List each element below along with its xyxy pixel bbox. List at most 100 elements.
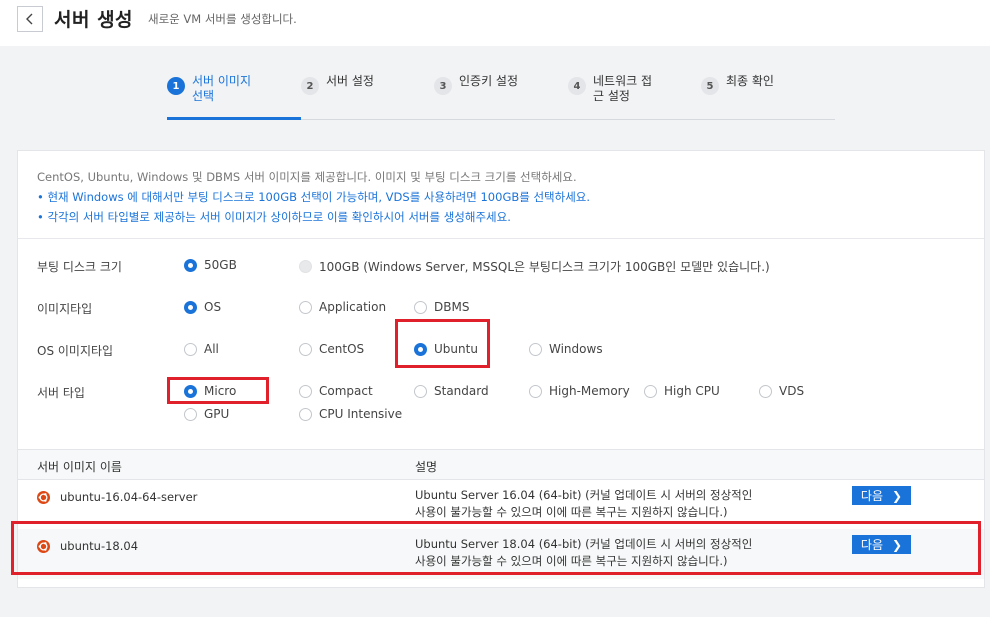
- step-label: 서버 이미지 선택: [192, 74, 252, 103]
- radio-boot-50gb[interactable]: 50GB: [184, 258, 237, 272]
- desc-line: 사용이 불가능할 수 있으며 이에 따른 복구는 지원하지 않습니다.): [415, 554, 728, 568]
- radio-server-high-cpu[interactable]: High CPU: [644, 384, 720, 398]
- image-desc-cell: Ubuntu Server 16.04 (64-bit) (커널 업데이트 시 …: [415, 487, 815, 521]
- radio-server-gpu[interactable]: GPU: [184, 407, 229, 421]
- radio-dot: [644, 384, 657, 398]
- radio-label: High-Memory: [549, 384, 630, 398]
- radio-label: High CPU: [664, 384, 720, 398]
- radio-label: DBMS: [434, 300, 470, 314]
- info-intro: CentOS, Ubuntu, Windows 및 DBMS 서버 이미지를 제…: [37, 170, 577, 184]
- desc-line: Ubuntu Server 18.04 (64-bit) (커널 업데이트 시 …: [415, 537, 753, 551]
- radio-dot: [759, 384, 772, 398]
- divider: [18, 238, 984, 239]
- radio-dot: [184, 384, 197, 398]
- step-5-final-check[interactable]: 5 최종 확인: [701, 74, 774, 95]
- desc-line: Ubuntu Server 16.04 (64-bit) (커널 업데이트 시 …: [415, 488, 753, 502]
- table-row: ubuntu-18.04 Ubuntu Server 18.04 (64-bit…: [18, 529, 984, 579]
- page-header: 서버 생성 새로운 VM 서버를 생성합니다.: [0, 0, 990, 46]
- radio-os-ubuntu[interactable]: Ubuntu: [414, 342, 478, 356]
- radio-server-micro[interactable]: Micro: [184, 384, 236, 398]
- server-type-label: 서버 타입: [37, 386, 85, 400]
- image-name-cell: ubuntu-18.04: [37, 539, 138, 553]
- radio-label: All: [204, 342, 219, 356]
- step-number: 2: [301, 77, 319, 95]
- step-4-network-access[interactable]: 4 네트워크 접근 설정: [568, 74, 652, 104]
- radio-server-standard[interactable]: Standard: [414, 384, 489, 398]
- radio-label: Standard: [434, 384, 489, 398]
- radio-server-vds[interactable]: VDS: [759, 384, 804, 398]
- radio-dot: [299, 407, 312, 421]
- radio-dot: [299, 300, 312, 314]
- step-label: 최종 확인: [726, 74, 774, 88]
- radio-dot: [414, 384, 427, 398]
- step-2-server-settings[interactable]: 2 서버 설정: [301, 74, 374, 95]
- ubuntu-icon: [37, 490, 50, 504]
- radio-image-os[interactable]: OS: [184, 300, 221, 314]
- step-label: 네트워크 접근 설정: [593, 74, 653, 103]
- radio-dot: [184, 342, 197, 356]
- radio-dot: [529, 342, 542, 356]
- radio-label: 50GB: [204, 258, 237, 272]
- step-label: 서버 설정: [326, 74, 374, 88]
- next-label: 다음: [860, 538, 884, 552]
- radio-label: GPU: [204, 407, 230, 421]
- active-step-underline: [167, 117, 301, 120]
- radio-label: Ubuntu: [434, 342, 478, 356]
- image-desc-cell: Ubuntu Server 18.04 (64-bit) (커널 업데이트 시 …: [415, 536, 815, 570]
- radio-label: 100GB (Windows Server, MSSQL은 부팅디스크 크기가 …: [319, 260, 770, 274]
- radio-dot: [184, 407, 197, 421]
- step-number: 5: [701, 77, 719, 95]
- step-number: 1: [167, 77, 185, 95]
- radio-dot: [184, 258, 197, 272]
- image-name-cell: ubuntu-16.04-64-server: [37, 490, 197, 504]
- image-select-panel: CentOS, Ubuntu, Windows 및 DBMS 서버 이미지를 제…: [17, 150, 985, 588]
- radio-server-high-memory[interactable]: High-Memory: [529, 384, 630, 398]
- radio-image-application[interactable]: Application: [299, 300, 386, 314]
- radio-dot: [299, 260, 312, 273]
- radio-server-cpu-intensive[interactable]: CPU Intensive: [299, 407, 402, 421]
- os-image-type-label: OS 이미지타입: [37, 344, 114, 358]
- info-bullet: • 각각의 서버 타입별로 제공하는 서버 이미지가 상이하므로 이를 확인하시…: [37, 210, 511, 224]
- radio-label: Compact: [319, 384, 373, 398]
- radio-label: Windows: [549, 342, 603, 356]
- radio-label: Micro: [204, 384, 237, 398]
- radio-dot: [414, 342, 427, 356]
- step-indicator: 1 서버 이미지 선택 2 서버 설정 3 인증키 설정 4 네트워크 접근 설정…: [167, 74, 835, 120]
- image-name: ubuntu-18.04: [60, 539, 139, 553]
- step-1-image-select[interactable]: 1 서버 이미지 선택: [167, 74, 251, 104]
- info-bullet: • 현재 Windows 에 대해서만 부팅 디스크로 100GB 선택이 가능…: [37, 190, 591, 204]
- back-button[interactable]: [17, 6, 43, 32]
- info-notice: CentOS, Ubuntu, Windows 및 DBMS 서버 이미지를 제…: [37, 167, 590, 227]
- radio-dot: [414, 300, 427, 314]
- radio-image-dbms[interactable]: DBMS: [414, 300, 469, 314]
- chevron-right-icon: ❯: [892, 488, 903, 503]
- table-row: ubuntu-16.04-64-server Ubuntu Server 16.…: [18, 480, 984, 530]
- radio-label: CentOS: [319, 342, 365, 356]
- radio-dot: [184, 300, 197, 314]
- chevron-left-icon: [26, 13, 33, 25]
- radio-dot: [529, 384, 542, 398]
- step-3-auth-key[interactable]: 3 인증키 설정: [434, 74, 518, 95]
- radio-os-all[interactable]: All: [184, 342, 219, 356]
- radio-server-compact[interactable]: Compact: [299, 384, 373, 398]
- radio-boot-100gb[interactable]: 100GB (Windows Server, MSSQL은 부팅디스크 크기가 …: [299, 258, 770, 275]
- radio-dot: [299, 384, 312, 398]
- radio-label: VDS: [779, 384, 805, 398]
- next-button[interactable]: 다음 ❯: [852, 535, 911, 554]
- next-button[interactable]: 다음 ❯: [852, 486, 911, 505]
- page-subtitle: 새로운 VM 서버를 생성합니다.: [148, 12, 297, 26]
- page-title: 서버 생성: [54, 9, 134, 31]
- radio-os-centos[interactable]: CentOS: [299, 342, 364, 356]
- next-label: 다음: [860, 489, 884, 503]
- radio-label: CPU Intensive: [319, 407, 403, 421]
- radio-label: Application: [319, 300, 387, 314]
- chevron-right-icon: ❯: [892, 537, 903, 552]
- step-number: 3: [434, 77, 452, 95]
- step-number: 4: [568, 77, 586, 95]
- radio-os-windows[interactable]: Windows: [529, 342, 603, 356]
- col-header-desc: 설명: [415, 460, 438, 474]
- boot-disk-label: 부팅 디스크 크기: [37, 260, 122, 274]
- image-table-header: 서버 이미지 이름 설명: [18, 449, 984, 480]
- radio-label: OS: [204, 300, 222, 314]
- ubuntu-icon: [37, 539, 50, 553]
